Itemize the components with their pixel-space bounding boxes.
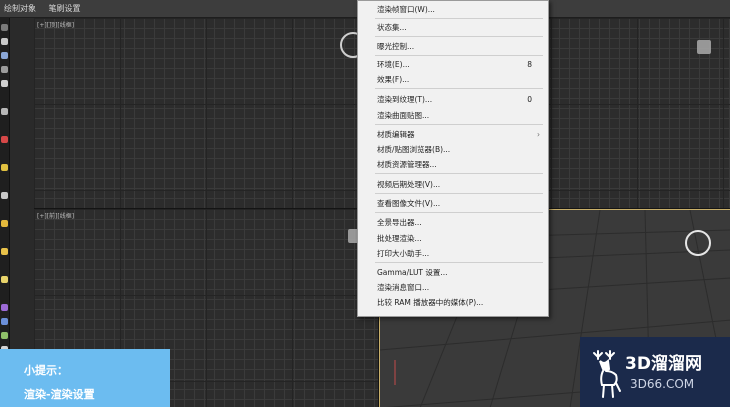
modifier-tool-icon[interactable] [1,304,8,311]
menu-item-label: 全景导出器... [377,218,422,227]
menu-item-rendered-message-window[interactable]: 渲染消息窗口... [377,282,542,293]
menu-item-material-editor[interactable]: 材质编辑器 › [377,129,542,140]
helper-tool-icon[interactable] [1,276,8,283]
menu-separator [375,55,543,56]
menu-item-label: 材质编辑器 [377,130,415,139]
menu-item-effects[interactable]: 效果(F)... [377,74,542,85]
menu-separator [375,18,543,19]
snap-tool-icon[interactable] [1,108,8,115]
menu-separator [375,262,543,263]
watermark-logo: 3D溜溜网 3D66.COM [580,337,730,407]
3dsmax-window: 绘制对象 笔刷设置 [+][顶][线框] [+][前][线框] 渲染帧窗口(W)… [0,0,730,407]
rotate-tool-icon[interactable] [1,52,8,59]
tip-text: 渲染-渲染设置 [24,388,95,401]
menu-item-label: 效果(F)... [377,75,410,84]
menu-item-label: 批处理渲染... [377,234,422,243]
viewport-top-label[interactable]: [+][顶][线框] [37,20,74,29]
menu-item-label: 渲染曲面贴图... [377,111,430,120]
menu-item-video-post[interactable]: 视频后期处理(V)... [377,179,542,190]
menu-item-shortcut: 8 [527,60,532,69]
teapot-tool-icon[interactable] [1,248,8,255]
menu-item-render-frame-window[interactable]: 渲染帧窗口(W)... [377,4,542,15]
sphere-tool-icon[interactable] [1,220,8,227]
menu-item-label: 状态集... [377,23,407,32]
camera-tool-icon[interactable] [1,192,8,199]
menu-item-render-to-texture[interactable]: 渲染到纹理(T)... 0 [377,94,542,105]
menu-item-label: 比较 RAM 播放器中的媒体(P)... [377,298,484,307]
menu-item-label: 曝光控制... [377,42,415,51]
menu-item-label: 视频后期处理(V)... [377,180,441,189]
viewcube-perspective-icon[interactable] [685,230,711,256]
viewport-front-label[interactable]: [+][前][线框] [37,211,74,220]
menu-item-label: 渲染到纹理(T)... [377,95,433,104]
menu-item-label: 渲染帧窗口(W)... [377,5,435,14]
submenu-arrow-icon: › [537,130,540,139]
menu-item-render-surface-map[interactable]: 渲染曲面贴图... [377,110,542,121]
menu-item-gamma-lut-setup[interactable]: Gamma/LUT 设置... [377,267,542,278]
menu-item-label: 材质/贴图浏览器(B)... [377,145,451,154]
menu-item-state-sets[interactable]: 状态集... [377,22,542,33]
menu-item-label: 环境(E)... [377,60,410,69]
scale-tool-icon[interactable] [1,66,8,73]
motion-tool-icon[interactable] [1,332,8,339]
menu-brush-settings[interactable]: 笔刷设置 [49,4,81,13]
menu-item-label: 查看图像文件(V)... [377,199,441,208]
menu-draw-object[interactable]: 绘制对象 [4,4,36,13]
menu-item-material-map-browser[interactable]: 材质/贴图浏览器(B)... [377,144,542,155]
link-tool-icon[interactable] [1,80,8,87]
menu-separator [375,193,543,194]
menu-item-print-size-wizard[interactable]: 打印大小助手... [377,248,542,259]
menu-item-batch-render[interactable]: 批处理渲染... [377,233,542,244]
tip-title: 小提示： [24,364,68,377]
rendering-dropdown-menu: 渲染帧窗口(W)... 状态集... 曝光控制... 环境(E)... 8 效果… [357,0,549,317]
viewport-top[interactable]: [+][顶][线框] [34,18,378,208]
menu-item-label: 打印大小助手... [377,249,430,258]
menu-item-label: 渲染消息窗口... [377,283,430,292]
menu-item-compare-ram-player[interactable]: 比较 RAM 播放器中的媒体(P)... [377,297,542,308]
menu-item-label: Gamma/LUT 设置... [377,268,448,277]
light-tool-icon[interactable] [1,164,8,171]
watermark-subtitle: 3D66.COM [630,377,695,391]
deer-logo-icon [593,350,621,398]
menu-item-view-image-file[interactable]: 查看图像文件(V)... [377,198,542,209]
menu-item-environment[interactable]: 环境(E)... 8 [377,59,542,70]
menu-separator [375,173,543,174]
menu-separator [375,88,543,89]
watermark-title: 3D溜溜网 [625,354,702,374]
select-tool-icon[interactable] [1,24,8,31]
hierarchy-tool-icon[interactable] [1,318,8,325]
menu-item-label: 材质资源管理器... [377,160,437,169]
menu-separator [375,124,543,125]
move-tool-icon[interactable] [1,38,8,45]
menu-item-exposure-control[interactable]: 曝光控制... [377,41,542,52]
menu-item-shortcut: 0 [527,95,532,104]
menu-separator [375,212,543,213]
menu-separator [375,36,543,37]
viewcube-icon[interactable] [697,40,711,54]
paint-tool-icon[interactable] [1,136,8,143]
tip-box: 小提示： 渲染-渲染设置 [0,349,170,407]
menu-item-material-explorer[interactable]: 材质资源管理器... [377,159,542,170]
menu-item-panorama-exporter[interactable]: 全景导出器... [377,217,542,228]
